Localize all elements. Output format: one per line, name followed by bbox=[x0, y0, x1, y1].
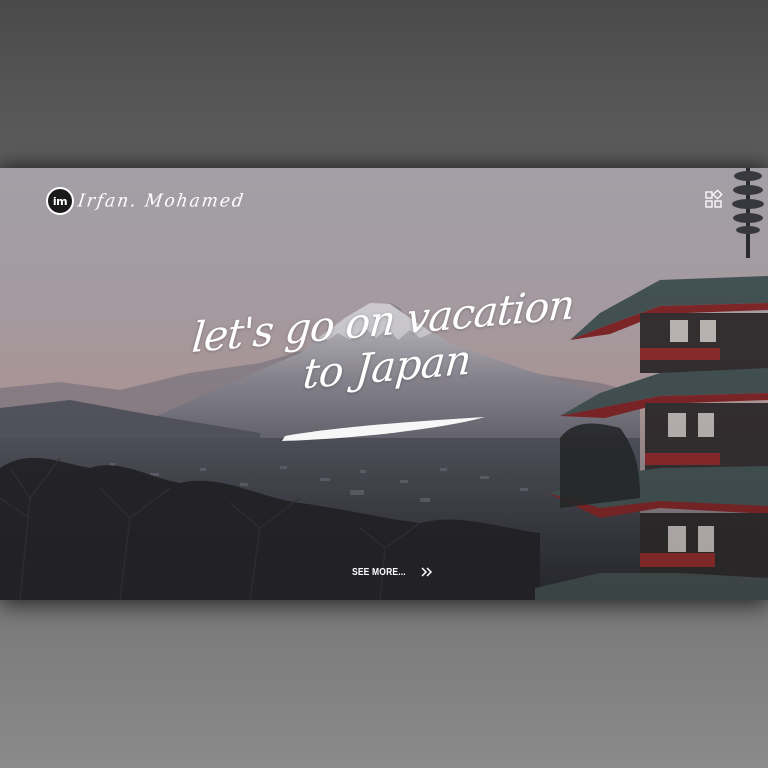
logo-badge-text: im bbox=[52, 194, 68, 208]
grid-apps-icon[interactable] bbox=[704, 190, 724, 210]
brush-underline bbox=[282, 417, 485, 441]
see-more-button[interactable]: SEE MORE... bbox=[352, 566, 433, 578]
hero-banner: im Irfan. Mohamed let's go on vacation t… bbox=[0, 168, 768, 600]
double-chevron-right-icon bbox=[421, 567, 433, 577]
logo-signature: Irfan. Mohamed bbox=[76, 190, 247, 212]
see-more-label: SEE MORE... bbox=[352, 566, 406, 578]
logo-badge-icon: im bbox=[46, 187, 74, 215]
site-logo[interactable]: im Irfan. Mohamed bbox=[46, 187, 247, 215]
